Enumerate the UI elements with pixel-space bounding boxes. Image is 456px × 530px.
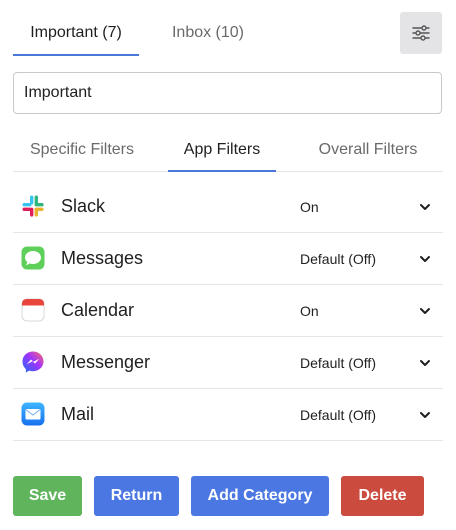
chevron-down-icon[interactable]	[419, 357, 431, 369]
app-status-select[interactable]: Default (Off)	[300, 337, 376, 389]
app-name: Messages	[61, 248, 144, 268]
tab-inbox[interactable]: Inbox (10)	[145, 12, 271, 56]
tab-overall-filters[interactable]: Overall Filters	[293, 132, 443, 172]
filter-tab-bar: Specific Filters App Filters Overall Fil…	[13, 132, 443, 172]
tab-app-filters[interactable]: App Filters	[168, 132, 276, 172]
top-tab-bar: Important (7) Inbox (10)	[13, 12, 443, 56]
app-status-select[interactable]: On	[300, 285, 319, 337]
chevron-down-icon[interactable]	[419, 253, 431, 265]
app-status-select[interactable]: On	[300, 181, 319, 233]
chevron-down-icon[interactable]	[419, 201, 431, 213]
app-name: Mail	[61, 404, 95, 424]
tab-important[interactable]: Important (7)	[13, 12, 139, 56]
app-name: Messenger	[61, 352, 151, 372]
messenger-icon	[22, 351, 44, 373]
app-row-slack: Slack On	[13, 181, 443, 233]
calendar-icon	[21, 298, 45, 322]
add-category-button[interactable]: Add Category	[191, 476, 329, 516]
app-status-select[interactable]: Default (Off)	[300, 389, 376, 441]
app-row-messages: Messages Default (Off)	[13, 233, 443, 285]
category-editor: Important (7) Inbox (10) Specific Filter…	[0, 0, 456, 530]
sliders-icon	[412, 25, 430, 41]
app-row-mail: Mail Default (Off)	[13, 389, 443, 441]
chevron-down-icon[interactable]	[419, 409, 431, 421]
app-row-calendar: Calendar On	[13, 285, 443, 337]
app-name: Calendar	[61, 300, 135, 320]
mail-icon	[21, 402, 45, 426]
delete-button[interactable]: Delete	[341, 476, 424, 516]
app-name: Slack	[61, 196, 106, 216]
messages-icon	[21, 246, 45, 270]
category-name-input[interactable]	[13, 72, 442, 114]
tab-specific-filters[interactable]: Specific Filters	[13, 132, 151, 172]
app-status-select[interactable]: Default (Off)	[300, 233, 376, 285]
app-filter-list: Slack On Messages Default (Off) Calendar…	[13, 181, 443, 441]
return-button[interactable]: Return	[94, 476, 179, 516]
save-button[interactable]: Save	[13, 476, 82, 516]
app-row-messenger: Messenger Default (Off)	[13, 337, 443, 389]
slack-icon	[22, 195, 44, 217]
filter-settings-button[interactable]	[400, 12, 442, 54]
chevron-down-icon[interactable]	[419, 305, 431, 317]
